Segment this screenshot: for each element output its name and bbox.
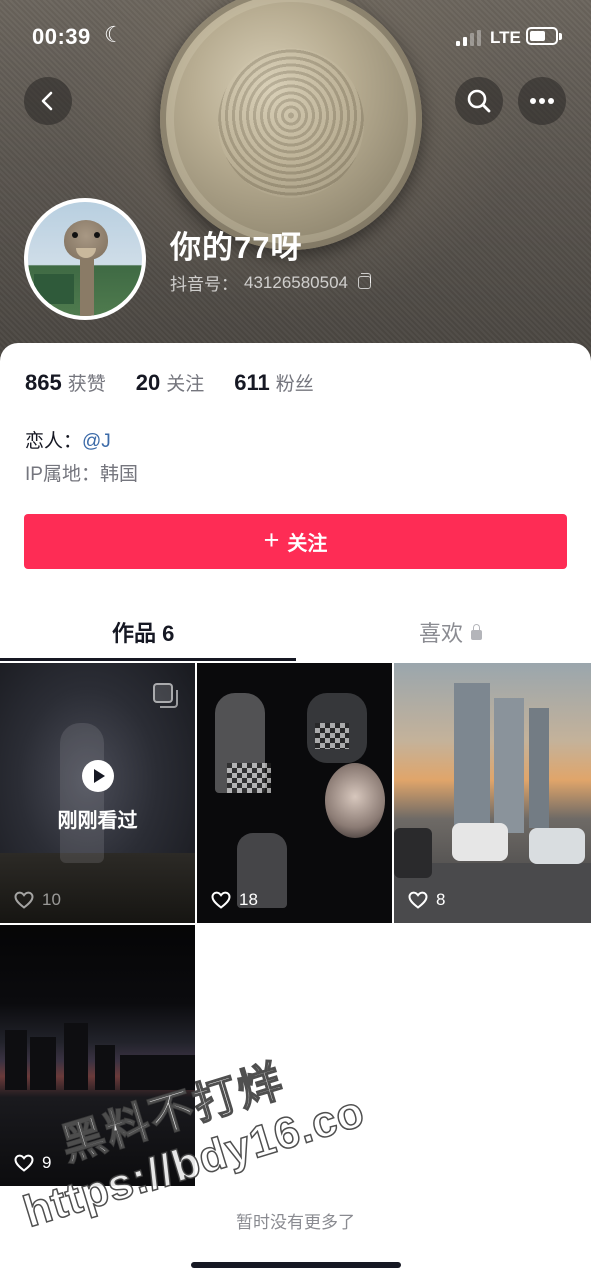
copy-icon[interactable] (358, 273, 372, 289)
follow-button-label: 关注 (287, 533, 328, 555)
play-icon (82, 760, 114, 792)
ip-label: IP属地： (25, 464, 100, 485)
like-count: 9 (14, 1153, 51, 1173)
like-count-value: 8 (436, 890, 446, 909)
video-tile[interactable] (197, 663, 392, 923)
lock-icon (471, 624, 483, 640)
like-count-value: 9 (42, 1153, 52, 1172)
stat-following[interactable]: 20 关注 (136, 369, 205, 396)
follow-button[interactable]: + 关注 (24, 514, 567, 569)
like-count: 8 (408, 890, 445, 910)
like-count: 10 (14, 890, 61, 910)
profile-tabs: 作品 6 喜欢 (0, 598, 591, 662)
stat-label: 获赞 (67, 374, 106, 395)
back-arrow-icon (41, 91, 53, 111)
heart-icon (211, 891, 231, 909)
signal-icon (456, 30, 481, 46)
tab-works[interactable]: 作品 6 (112, 616, 174, 648)
bio-lover-label: 恋人： (25, 431, 83, 452)
stat-value: 611 (234, 370, 270, 395)
battery-icon (526, 27, 562, 45)
profile-nickname: 你的77呀 (170, 230, 303, 265)
active-tab-indicator (0, 658, 296, 661)
heart-icon (408, 891, 428, 909)
status-bar: 00:39 ☾ LTE (0, 0, 591, 76)
search-button[interactable] (455, 77, 503, 125)
more-icon (530, 98, 554, 104)
stat-value: 20 (135, 370, 161, 395)
stat-followers[interactable]: 611 粉丝 (234, 369, 314, 396)
plus-icon: + (263, 525, 280, 555)
douyin-id[interactable]: 抖音号： 43126580504 (170, 270, 372, 295)
video-tile[interactable] (394, 663, 591, 923)
moon-icon: ☾ (104, 22, 124, 47)
douyin-id-value: 43126580504 (244, 272, 349, 292)
like-count: 18 (211, 890, 258, 910)
status-time: 00:39 (32, 24, 91, 49)
avatar[interactable] (24, 198, 146, 320)
stat-likes-received[interactable]: 865 获赞 (25, 369, 106, 396)
heart-icon (14, 1154, 34, 1172)
stat-label: 关注 (166, 374, 205, 395)
like-count-value: 18 (239, 890, 258, 909)
home-indicator[interactable] (191, 1262, 401, 1268)
tab-likes[interactable]: 喜欢 (419, 616, 483, 648)
tab-likes-label: 喜欢 (419, 621, 464, 646)
bio-lover: 恋人：@J (25, 426, 111, 453)
ip-value: 韩国 (99, 464, 138, 485)
recently-viewed-label: 刚刚看过 (57, 810, 138, 832)
multi-image-icon (153, 683, 178, 708)
douyin-id-label: 抖音号： (170, 275, 238, 294)
stat-label: 粉丝 (275, 374, 314, 395)
stats-row: 865 获赞 20 关注 611 粉丝 (25, 369, 314, 396)
more-button[interactable] (518, 77, 566, 125)
search-icon (467, 89, 491, 113)
back-button[interactable] (24, 77, 72, 125)
heart-icon (14, 891, 34, 909)
like-count-value: 10 (42, 890, 61, 909)
bio-ip-location: IP属地：韩国 (25, 459, 138, 486)
lover-mention-link[interactable]: @J (82, 431, 111, 452)
stat-value: 865 (25, 370, 62, 395)
network-label: LTE (490, 28, 521, 47)
